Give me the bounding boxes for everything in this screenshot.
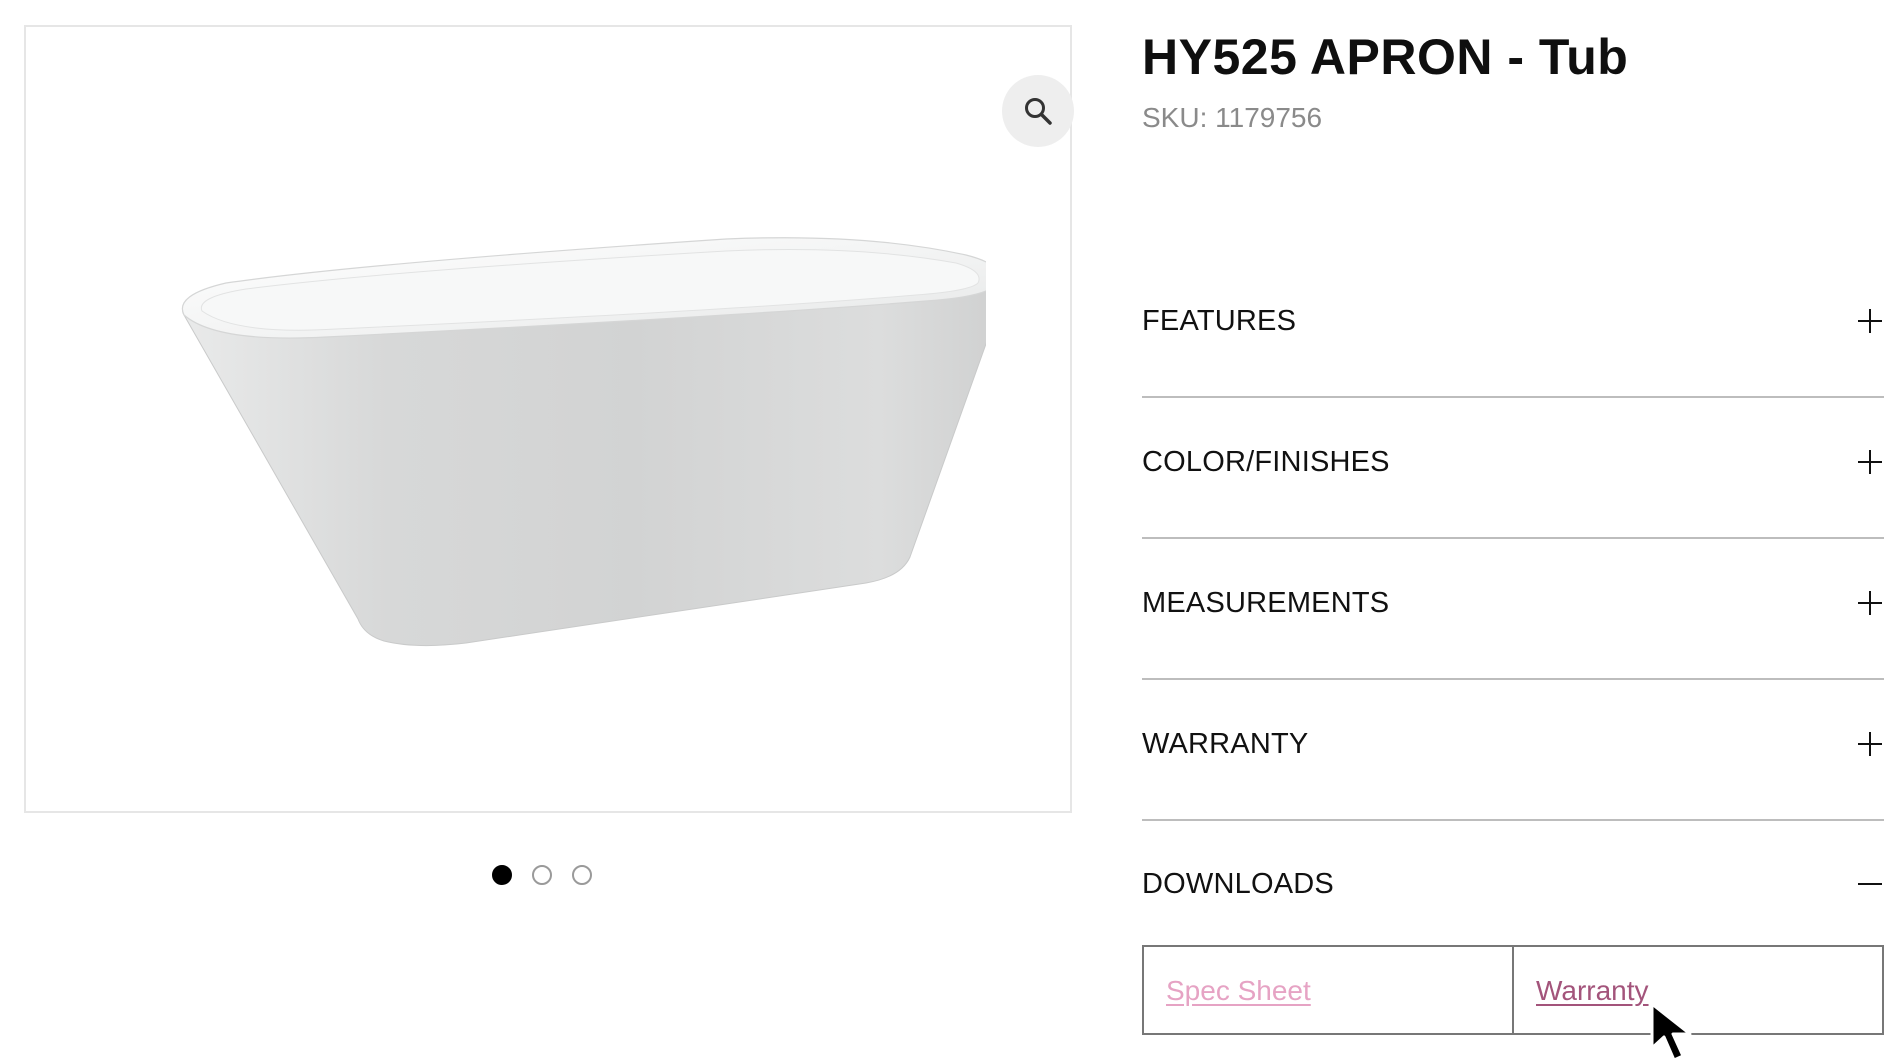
plus-icon: [1856, 448, 1884, 476]
accordion-warranty[interactable]: WARRANTY: [1142, 680, 1884, 821]
accordion-label: FEATURES: [1142, 305, 1297, 337]
sku-label: SKU:: [1142, 102, 1208, 133]
magnifier-icon: [1025, 98, 1052, 125]
accordion-measurements[interactable]: MEASUREMENTS: [1142, 539, 1884, 680]
bathtub-image: [181, 237, 986, 647]
accordion-features[interactable]: FEATURES: [1142, 257, 1884, 398]
gallery-dot-1[interactable]: [492, 865, 512, 885]
accordion-label: WARRANTY: [1142, 728, 1309, 760]
product-image-gallery: [24, 25, 1074, 813]
gallery-dot-3[interactable]: [572, 865, 592, 885]
plus-icon: [1856, 307, 1884, 335]
accordion-color-finishes[interactable]: COLOR/FINISHES: [1142, 398, 1884, 539]
gallery-dot-2[interactable]: [532, 865, 552, 885]
plus-icon: [1856, 589, 1884, 617]
warranty-link[interactable]: Warranty: [1536, 975, 1649, 1007]
download-cell-spec-sheet: Spec Sheet: [1144, 947, 1512, 1033]
download-cell-warranty: Warranty: [1512, 947, 1882, 1033]
accordion-downloads[interactable]: DOWNLOADS: [1142, 820, 1884, 950]
zoom-button[interactable]: [1002, 75, 1074, 147]
accordion-label: DOWNLOADS: [1142, 868, 1334, 900]
spec-sheet-link[interactable]: Spec Sheet: [1166, 975, 1311, 1007]
gallery-pagination: [492, 865, 592, 885]
product-title: HY525 APRON - Tub: [1142, 29, 1629, 85]
minus-icon: [1856, 870, 1884, 898]
plus-icon: [1856, 730, 1884, 758]
accordion-label: MEASUREMENTS: [1142, 587, 1390, 619]
downloads-panel: Spec Sheet Warranty: [1142, 945, 1884, 1035]
product-sku: SKU: 1179756: [1142, 102, 1322, 134]
accordion-label: COLOR/FINISHES: [1142, 446, 1390, 478]
sku-value: 1179756: [1215, 102, 1323, 133]
